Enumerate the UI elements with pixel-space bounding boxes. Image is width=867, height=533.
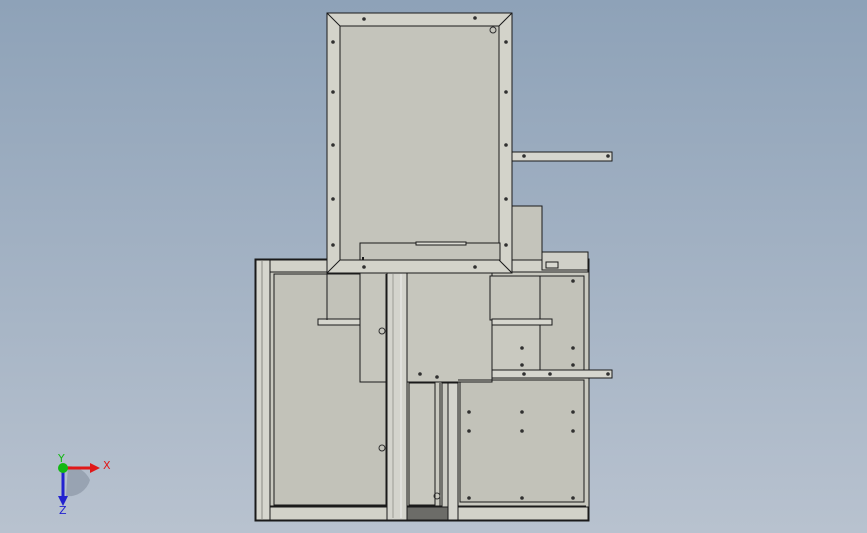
bolt-hole bbox=[504, 143, 508, 147]
bolt-hole bbox=[571, 410, 575, 414]
bolt-hole bbox=[331, 197, 335, 201]
bolt-hole bbox=[331, 143, 335, 147]
bolt-hole bbox=[522, 372, 526, 376]
bolt-hole bbox=[504, 243, 508, 247]
enclosure-latch bbox=[359, 242, 501, 261]
left-post bbox=[255, 259, 271, 521]
bolt-hole bbox=[504, 90, 508, 94]
secondary-shaft bbox=[447, 382, 459, 521]
bolt-hole bbox=[473, 265, 477, 269]
coordinate-triad: X Y Z bbox=[57, 452, 111, 517]
bolt-hole bbox=[504, 197, 508, 201]
bolt-hole bbox=[473, 16, 477, 20]
right-lower-panel bbox=[459, 379, 585, 503]
bolt-hole bbox=[520, 410, 524, 414]
mid-bracket bbox=[491, 318, 553, 326]
cad-viewport[interactable]: X Y Z bbox=[0, 0, 867, 533]
bolt-hole bbox=[418, 372, 422, 376]
bottom-slot bbox=[405, 506, 449, 521]
bolt-hole bbox=[520, 429, 524, 433]
top-enclosure bbox=[326, 12, 513, 274]
center-plate bbox=[359, 271, 493, 383]
bolt-hole bbox=[606, 154, 610, 158]
bolt-hole bbox=[522, 154, 526, 158]
bolt-hole bbox=[571, 429, 575, 433]
bolt-hole bbox=[362, 17, 366, 21]
enclosure-inner bbox=[339, 25, 500, 261]
bolt-hole bbox=[606, 372, 610, 376]
triad-shadow bbox=[66, 465, 90, 497]
bolt-hole bbox=[548, 372, 552, 376]
bolt-hole bbox=[331, 40, 335, 44]
lower-arm bbox=[491, 369, 613, 379]
bolt-hole bbox=[571, 279, 575, 283]
bolt-hole bbox=[504, 40, 508, 44]
bolt-hole bbox=[362, 265, 366, 269]
bolt-hole bbox=[467, 496, 471, 500]
right-mount bbox=[489, 275, 541, 321]
bolt-hole bbox=[331, 90, 335, 94]
bolt-hole bbox=[467, 429, 471, 433]
bolt-hole bbox=[571, 496, 575, 500]
right-upper-panel bbox=[539, 275, 585, 377]
left-bracket bbox=[317, 318, 361, 326]
bolt-hole bbox=[435, 375, 439, 379]
bolt-hole bbox=[571, 363, 575, 367]
bolt-hole bbox=[520, 346, 524, 350]
upper-right-block bbox=[511, 205, 543, 261]
main-shaft bbox=[386, 271, 408, 521]
bolt-hole bbox=[331, 243, 335, 247]
upper-arm bbox=[511, 151, 613, 162]
z-axis-label: Z bbox=[59, 504, 67, 517]
y-axis-label: Y bbox=[57, 452, 65, 465]
bolt-hole bbox=[520, 496, 524, 500]
bolt-hole bbox=[520, 363, 524, 367]
bolt-hole bbox=[571, 346, 575, 350]
model-drawing[interactable]: X Y Z bbox=[0, 0, 867, 533]
x-axis-label: X bbox=[103, 459, 111, 472]
inner-guide bbox=[408, 382, 436, 506]
bolt-hole bbox=[467, 410, 471, 414]
